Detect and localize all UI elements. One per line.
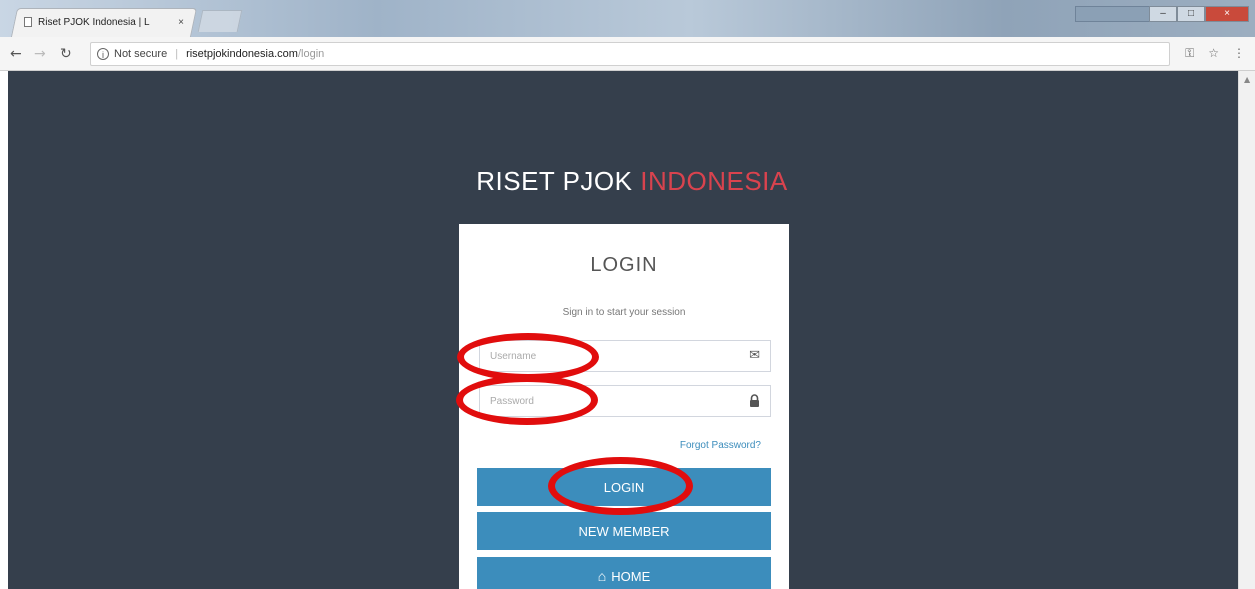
login-subtitle: Sign in to start your session [562, 307, 686, 318]
close-window-button[interactable]: × [1205, 6, 1249, 22]
toolbar-actions: ⚿ ☆ ⋮ [1185, 46, 1245, 61]
security-label[interactable]: Not secure [114, 48, 167, 60]
tab-title: Riset PJOK Indonesia | L [38, 16, 150, 28]
key-icon[interactable]: ⚿ [1185, 46, 1194, 61]
address-separator: | [175, 48, 179, 60]
lock-icon [749, 394, 760, 411]
home-button-label: HOME [611, 568, 651, 584]
page-viewport: RISET PJOK INDONESIA LOGIN Sign in to st… [8, 71, 1238, 589]
back-icon[interactable]: ← [10, 46, 22, 62]
home-button[interactable]: ⌂ HOME [477, 557, 771, 589]
home-icon: ⌂ [597, 568, 607, 584]
browser-tabstrip: Riset PJOK Indonesia | L × – □ × [0, 0, 1255, 37]
maximize-button[interactable]: □ [1177, 6, 1205, 22]
window-controls: – □ × [1149, 6, 1249, 22]
brand-accent: INDONESIA [640, 166, 788, 196]
url-domain: risetpjokindonesia.com [186, 48, 298, 60]
address-bar[interactable]: i Not secure | risetpjokindonesia.com /l… [90, 42, 1170, 66]
forgot-password-link[interactable]: Forgot Password? [680, 440, 761, 451]
reload-icon[interactable]: ↻ [60, 46, 72, 62]
login-button[interactable]: LOGIN [477, 468, 771, 506]
forward-icon[interactable]: → [34, 46, 46, 62]
envelope-icon: ✉ [749, 348, 760, 363]
brand-name: RISET PJOK [476, 166, 633, 196]
url-path: /login [297, 48, 325, 60]
tab-close-icon[interactable]: × [178, 17, 184, 28]
username-field[interactable]: ✉ [479, 340, 771, 372]
username-input[interactable] [480, 341, 730, 371]
page-scrollbar[interactable]: ▲ [1238, 71, 1255, 589]
password-input[interactable] [480, 386, 730, 416]
browser-toolbar: ← → ↻ i Not secure | risetpjokindonesia.… [0, 37, 1255, 71]
new-tab-button[interactable] [197, 10, 243, 32]
password-field[interactable] [479, 385, 771, 417]
page-icon [24, 17, 32, 27]
login-box: LOGIN Sign in to start your session ✉ Fo… [459, 224, 789, 589]
minimize-button[interactable]: – [1149, 6, 1177, 22]
new-member-button[interactable]: NEW MEMBER [477, 512, 771, 550]
login-title: LOGIN [590, 254, 658, 276]
site-brand: RISET PJOK INDONESIA [8, 166, 1238, 197]
profile-badge[interactable] [1075, 6, 1155, 22]
browser-tab-content[interactable]: Riset PJOK Indonesia | L × [24, 12, 184, 32]
scroll-up-icon[interactable]: ▲ [1244, 75, 1250, 84]
info-icon[interactable]: i [97, 48, 109, 60]
menu-icon[interactable]: ⋮ [1233, 46, 1245, 61]
star-icon[interactable]: ☆ [1208, 46, 1219, 61]
